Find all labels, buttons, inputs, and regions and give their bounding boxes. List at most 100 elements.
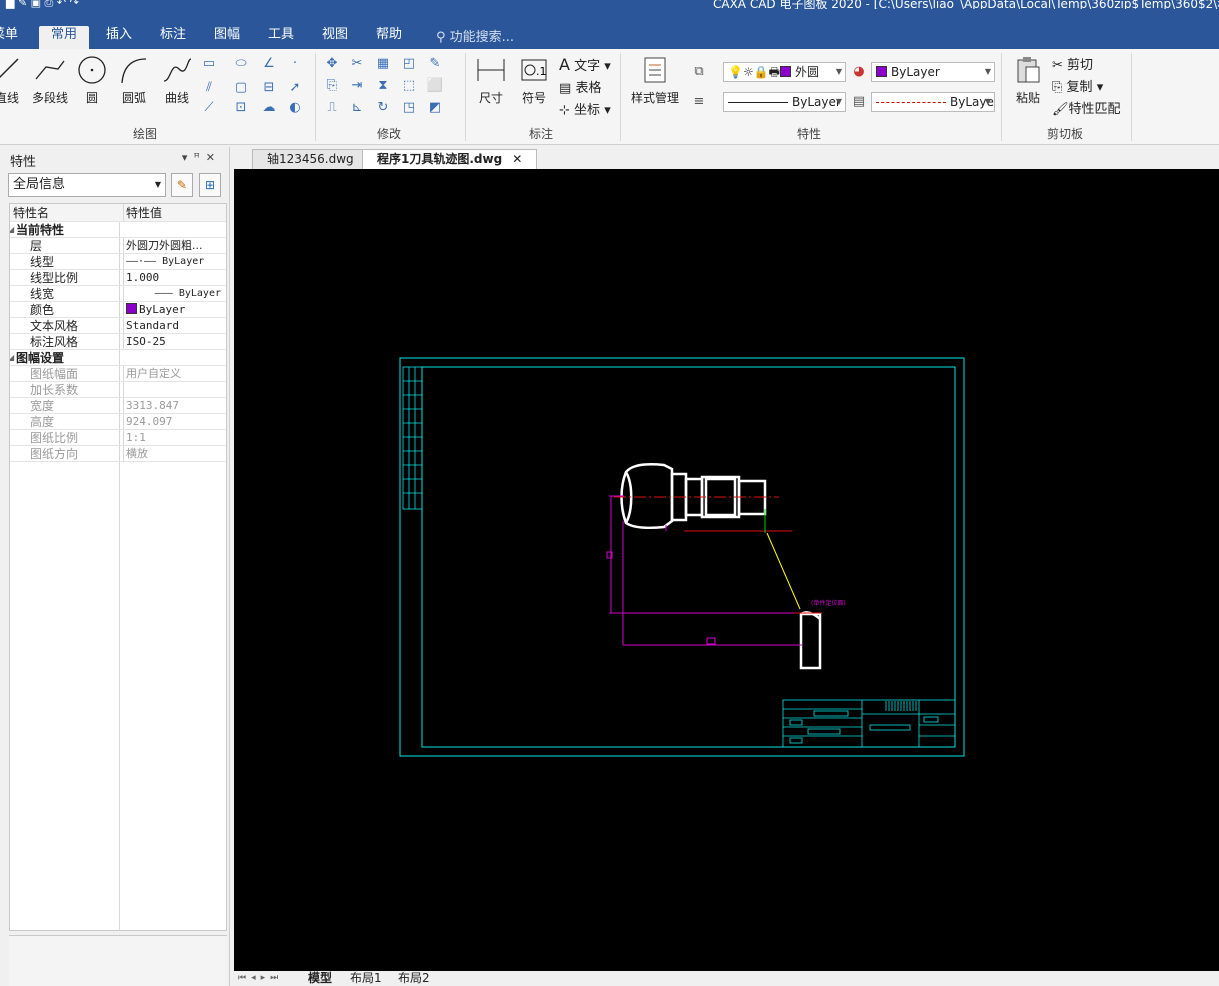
function-search[interactable]: ⚲ 功能搜索... xyxy=(436,26,514,45)
layout-tab-model[interactable]: 模型 xyxy=(308,969,332,986)
paste-icon xyxy=(1017,57,1040,83)
color-combo[interactable]: ByLayer ▼ xyxy=(871,62,995,82)
layout-tab-1[interactable]: 布局1 xyxy=(350,969,382,986)
cut-button[interactable]: ✂ 剪切 xyxy=(1052,54,1093,73)
dropdown-icon[interactable]: ▾ xyxy=(182,151,194,164)
hatch-icon[interactable]: ▢ xyxy=(232,79,250,97)
arrow-icon[interactable]: ➚ xyxy=(286,79,304,97)
table-row[interactable]: 层外圆刀外圆粗... xyxy=(10,238,226,254)
chamfer-icon[interactable]: ◩ xyxy=(426,99,444,117)
rotate-icon[interactable]: ↻ xyxy=(374,99,392,117)
parallel-line-icon[interactable]: ⫽ xyxy=(200,79,218,97)
group-current-properties[interactable]: ◢当前特性 xyxy=(10,222,226,238)
group-sheet-settings[interactable]: ◢图幅设置 xyxy=(10,350,226,366)
mirror-icon[interactable]: ⧗ xyxy=(374,77,392,95)
quick-access-icons[interactable]: ▇ ✎ ▣ ⎙ ↶ ↷ xyxy=(6,0,79,9)
ellipse-icon[interactable]: ⬭ xyxy=(232,55,250,73)
stretch-icon[interactable]: ⊾ xyxy=(348,99,366,117)
table-row[interactable]: 标注风格 ISO-25 xyxy=(10,334,226,350)
trim-icon[interactable]: ✂ xyxy=(348,55,366,73)
tab-annotate[interactable]: 标注 xyxy=(156,26,190,49)
table-header: 特性名 特性值 xyxy=(10,204,226,222)
dimension-button[interactable]: 尺寸 xyxy=(474,55,508,106)
rectangle-icon[interactable]: ▭ xyxy=(200,55,218,73)
offset-icon[interactable]: ⎍ xyxy=(323,99,341,117)
doc-tab-toolpath[interactable]: 程序1刀具轨迹图.dwg ✕ xyxy=(362,149,538,169)
property-table: 特性名 特性值 ◢当前特性 层外圆刀外圆粗... 线型——·—— ByLayer… xyxy=(9,203,227,931)
table-row[interactable]: 线型比例 1.000 xyxy=(10,270,226,286)
match-properties-button[interactable]: 🖌特性匹配 xyxy=(1052,98,1121,117)
region-icon[interactable]: ⊡ xyxy=(232,99,250,117)
table-row[interactable]: 文本风格 Standard xyxy=(10,318,226,334)
fillet-icon[interactable]: ◳ xyxy=(400,99,418,117)
properties-panel: 特性 ▾ꟸ✕ 全局信息▼ ✎ ⊞ 特性名 特性值 ◢当前特性 层外圆刀外圆粗..… xyxy=(0,147,230,986)
color-wheel-icon[interactable]: ◕ xyxy=(850,63,868,81)
table-icon: ▤ xyxy=(559,81,572,96)
drawing-svg[interactable]: (单件定位面) xyxy=(234,169,1219,971)
tab-help[interactable]: 帮助 xyxy=(372,26,406,49)
style-manager-button[interactable]: 样式管理 xyxy=(627,55,683,106)
move-icon[interactable]: ✥ xyxy=(323,55,341,73)
table-row[interactable]: 线宽 ——— ByLayer xyxy=(10,286,226,302)
drawing-canvas[interactable]: (单件定位面) xyxy=(234,169,1219,971)
lightbulb-icon: ⚲ xyxy=(436,30,450,45)
point-icon[interactable]: · xyxy=(286,55,304,73)
copy-button[interactable]: ⎘ 复制 ▾ xyxy=(1052,76,1103,95)
layer-color-swatch xyxy=(779,66,791,77)
layout-tab-2[interactable]: 布局2 xyxy=(398,969,430,986)
block-icon[interactable]: ⊟ xyxy=(260,79,278,97)
copy-object-icon[interactable]: ⎘ xyxy=(323,77,341,95)
select-icon[interactable]: ⬜ xyxy=(426,77,444,95)
coordinate-button[interactable]: ⊹ 坐标 ▾ xyxy=(559,99,611,118)
quick-select-button[interactable]: ✎ xyxy=(171,173,193,197)
scope-select[interactable]: 全局信息 ▼ xyxy=(8,173,166,197)
separator xyxy=(1001,53,1002,141)
title-bar: ▇ ✎ ▣ ⎙ ↶ ↷ CAXA CAD 电子图板 2020 - [C:\Use… xyxy=(0,0,1219,9)
layer-combo[interactable]: 💡☼🔒🖶 外圆 ▼ xyxy=(723,62,846,82)
array-icon[interactable]: ▦ xyxy=(374,55,392,73)
panel-controls[interactable]: ▾ꟸ✕ xyxy=(182,151,221,164)
layer-manager-icon[interactable]: ⧉ xyxy=(690,63,708,81)
centerline-icon[interactable]: ⟋ xyxy=(200,99,218,117)
donut-icon[interactable]: ◐ xyxy=(286,99,304,117)
lineweight-icon[interactable]: ▤ xyxy=(850,93,868,111)
table-row[interactable]: 颜色 ByLayer xyxy=(10,302,226,318)
doc-tab-shaft[interactable]: 轴123456.dwg xyxy=(252,149,369,169)
tab-view[interactable]: 视图 xyxy=(318,26,352,49)
curve-button[interactable]: 曲线 xyxy=(160,55,194,106)
arc-button[interactable]: 圆弧 xyxy=(117,55,151,106)
extend-icon[interactable]: ⇥ xyxy=(348,77,366,95)
layer-state-icons: 💡☼🔒🖶 xyxy=(728,65,780,79)
tab-insert[interactable]: 插入 xyxy=(102,26,136,49)
circle-button[interactable]: 圆 xyxy=(77,55,107,106)
linetype-icon[interactable]: ≡ xyxy=(690,93,708,111)
select-objects-button[interactable]: ⊞ xyxy=(199,173,221,197)
lineweight-combo[interactable]: ByLaye ▼ xyxy=(871,92,995,112)
ribbon: 直线 多段线 圆 圆弧 曲线 ▭ ⬭ ∠ · ⫽ ▢ ⊟ ➚ ⟋ ⊡ ☁ ◐ 绘… xyxy=(0,49,1219,145)
explode-icon[interactable]: ⬚ xyxy=(400,77,418,95)
text-button[interactable]: A 文字 ▾ xyxy=(559,55,611,74)
separator xyxy=(620,53,621,141)
eraser-icon[interactable]: ✎ xyxy=(426,55,444,73)
linetype-combo[interactable]: ByLayer ▼ xyxy=(723,92,846,112)
tab-menu[interactable]: 菜单 xyxy=(0,26,22,49)
line-button[interactable]: 直线 xyxy=(0,55,22,106)
angle-icon[interactable]: ∠ xyxy=(260,55,278,73)
layout-tabs: ⏮◂▸⏭ 模型 布局1 布局2 xyxy=(234,971,1219,986)
tab-sheet[interactable]: 图幅 xyxy=(210,26,244,49)
scale-icon[interactable]: ◰ xyxy=(400,55,418,73)
layout-nav-arrows[interactable]: ⏮◂▸⏭ xyxy=(238,973,283,983)
close-icon[interactable]: ✕ xyxy=(206,151,221,164)
pin-icon[interactable]: ꟸ xyxy=(193,151,205,164)
table-row: 图纸比例 1:1 xyxy=(10,430,226,446)
symbol-button[interactable]: .1 符号 xyxy=(517,55,551,106)
close-tab-icon[interactable]: ✕ xyxy=(512,152,522,166)
paste-button[interactable]: 粘贴 xyxy=(1010,55,1046,106)
table-row[interactable]: 线型 ——·—— ByLayer xyxy=(10,254,226,270)
tab-home[interactable]: 常用 xyxy=(39,26,90,49)
tab-tools[interactable]: 工具 xyxy=(264,26,298,49)
dimension-icon xyxy=(477,59,505,81)
table-button[interactable]: ▤ 表格 xyxy=(559,77,601,96)
polyline-button[interactable]: 多段线 xyxy=(29,55,71,106)
cloud-icon[interactable]: ☁ xyxy=(260,99,278,117)
